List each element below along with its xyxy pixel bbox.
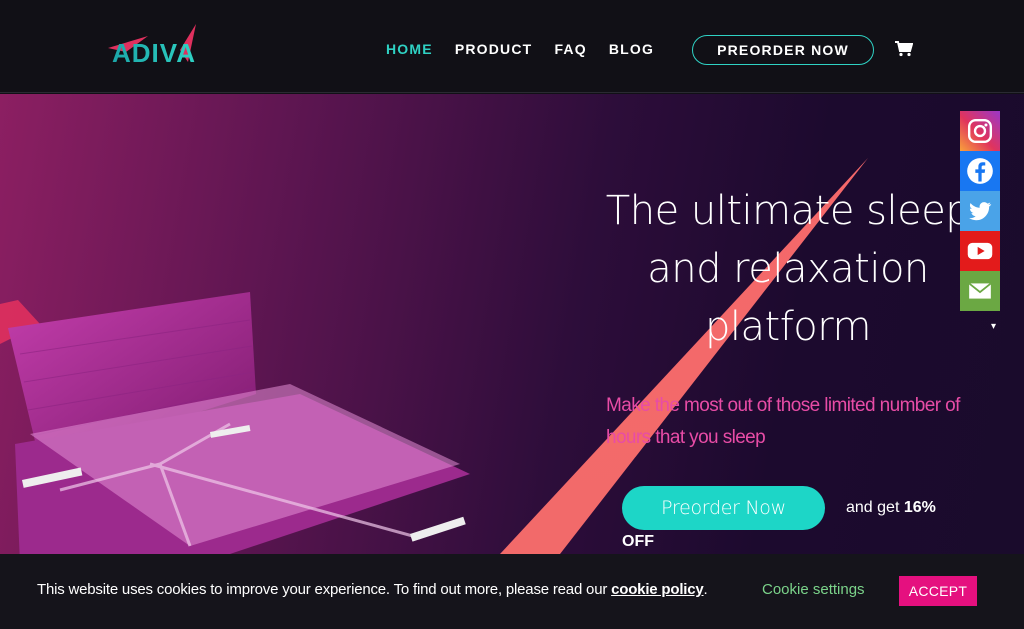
facebook-button[interactable] bbox=[960, 151, 1000, 191]
cookie-policy-link[interactable]: cookie policy bbox=[611, 581, 704, 598]
discount-prefix: and get bbox=[846, 499, 900, 516]
accept-cookies-button[interactable]: ACCEPT bbox=[899, 576, 977, 606]
collapse-arrow-icon[interactable]: ▾ bbox=[991, 322, 1001, 332]
cookie-text: This website uses cookies to improve you… bbox=[37, 581, 608, 598]
youtube-button[interactable] bbox=[960, 231, 1000, 271]
discount-suffix: OFF bbox=[622, 533, 654, 550]
social-share-bar bbox=[960, 111, 1000, 311]
hero-title: The ultimate sleep and relaxation platfo… bbox=[605, 188, 971, 350]
email-icon bbox=[968, 282, 992, 299]
youtube-icon bbox=[967, 242, 993, 260]
nav-faq[interactable]: FAQ bbox=[554, 41, 586, 57]
email-button[interactable] bbox=[960, 271, 1000, 311]
hero-section: The ultimate sleep and relaxation platfo… bbox=[0, 94, 1024, 629]
adiva-logo[interactable]: ADIVA bbox=[108, 22, 228, 66]
hero-subtitle: Make the most out of those limited numbe… bbox=[606, 395, 960, 448]
twitter-button[interactable] bbox=[960, 191, 1000, 231]
main-nav: HOME PRODUCT FAQ BLOG bbox=[386, 41, 676, 57]
bed-image bbox=[8, 292, 470, 564]
discount-note: and get 16% bbox=[846, 499, 966, 517]
twitter-icon bbox=[969, 202, 992, 221]
site-header: ADIVA HOME PRODUCT FAQ BLOG PREORDER NOW bbox=[0, 0, 1024, 93]
hero-preorder-button[interactable]: Preorder Now bbox=[622, 486, 825, 530]
cookie-message: This website uses cookies to improve you… bbox=[37, 581, 708, 598]
nav-blog[interactable]: BLOG bbox=[609, 41, 654, 57]
facebook-icon bbox=[967, 158, 993, 184]
cookie-banner: This website uses cookies to improve you… bbox=[0, 554, 1024, 629]
page: ADIVA HOME PRODUCT FAQ BLOG PREORDER NOW bbox=[0, 0, 1024, 629]
logo-text: ADIVA bbox=[112, 38, 196, 66]
instagram-icon bbox=[967, 118, 993, 144]
nav-home[interactable]: HOME bbox=[386, 41, 433, 57]
cart-icon[interactable] bbox=[895, 41, 914, 57]
cookie-settings-link[interactable]: Cookie settings bbox=[762, 581, 865, 598]
nav-product[interactable]: PRODUCT bbox=[455, 41, 533, 57]
discount-percent: 16% bbox=[903, 499, 936, 516]
cookie-period: . bbox=[703, 581, 708, 598]
preorder-now-button[interactable]: PREORDER NOW bbox=[692, 35, 874, 65]
instagram-button[interactable] bbox=[960, 111, 1000, 151]
